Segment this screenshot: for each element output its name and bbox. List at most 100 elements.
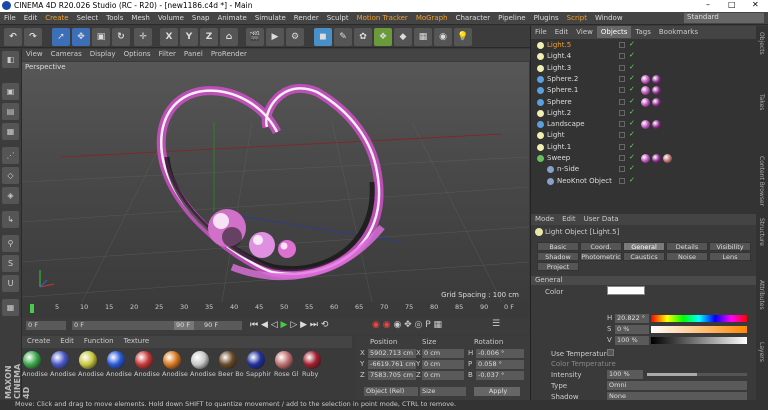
material-item[interactable]: Anodise: [78, 351, 104, 379]
redo-icon[interactable]: ↷: [24, 28, 42, 46]
menu-file[interactable]: File: [0, 12, 20, 22]
hsv-v-slider[interactable]: [651, 337, 747, 344]
tab-noise[interactable]: Noise: [666, 252, 708, 261]
deformer-icon[interactable]: ◆: [394, 28, 412, 46]
material-item[interactable]: Anodise: [50, 351, 76, 379]
visibility-toggle[interactable]: [619, 166, 625, 173]
visibility-toggle[interactable]: [619, 109, 625, 116]
enabled-check-icon[interactable]: ✓: [629, 176, 635, 184]
menu-character[interactable]: Character: [452, 12, 495, 22]
menu-render[interactable]: Render: [290, 12, 323, 22]
enabled-check-icon[interactable]: ✓: [629, 97, 635, 105]
enabled-check-icon[interactable]: ✓: [629, 108, 635, 116]
enabled-check-icon[interactable]: ✓: [629, 164, 635, 172]
color-swatch[interactable]: [607, 286, 645, 295]
cube-icon[interactable]: ◼: [314, 28, 332, 46]
playhead[interactable]: [30, 304, 34, 313]
snap-icon[interactable]: S: [2, 255, 19, 272]
record-icons[interactable]: ◉ ◉ ◉ ✥ ◎ P ▦: [372, 320, 442, 330]
apply-button[interactable]: Apply: [474, 387, 520, 396]
side-tab-objects[interactable]: Objects: [758, 32, 765, 55]
viewport[interactable]: Perspective Grid Spacing : 100 cm: [22, 62, 529, 302]
current-frame-field[interactable]: 0 F: [26, 321, 66, 330]
visibility-toggle[interactable]: [619, 53, 625, 60]
object-row-light-2[interactable]: Light.2 ✓: [531, 108, 757, 119]
object-row-light[interactable]: Light ✓: [531, 130, 757, 141]
texture-tag[interactable]: [652, 74, 661, 84]
texture-mode-icon[interactable]: ▤: [2, 103, 19, 120]
menu-select[interactable]: Select: [73, 12, 103, 22]
object-row-sweep[interactable]: Sweep ✓: [531, 153, 757, 164]
render-settings-icon[interactable]: ⚙: [286, 28, 304, 46]
object-row-light-3[interactable]: Light.3 ✓: [531, 63, 757, 74]
visibility-toggle[interactable]: [619, 64, 625, 71]
material-menu-function[interactable]: Function: [79, 336, 119, 346]
material-item[interactable]: Anodise: [106, 351, 132, 379]
object-row-sphere-1[interactable]: Sphere.1 ✓: [531, 85, 757, 96]
menu-volume[interactable]: Volume: [154, 12, 188, 22]
viewport-menu-panel[interactable]: Panel: [180, 49, 207, 59]
tab-photometric[interactable]: Photometric: [580, 252, 622, 261]
viewport-menu-filter[interactable]: Filter: [155, 49, 180, 59]
enabled-check-icon[interactable]: ✓: [629, 51, 635, 59]
playback-controls[interactable]: ⏮ ◀ ◁ ▶ ▷ ▶ ⏭ ⟲: [250, 320, 328, 330]
side-tab-content-browser[interactable]: Content Browser: [758, 156, 765, 206]
edges-mode-icon[interactable]: ◇: [2, 167, 19, 184]
material-menu-create[interactable]: Create: [22, 336, 55, 346]
workplane-icon[interactable]: ▦: [2, 123, 19, 140]
pen-icon[interactable]: ✎: [334, 28, 352, 46]
menu-create[interactable]: Create: [41, 12, 72, 22]
hsv-s-field[interactable]: 0 %: [615, 325, 649, 334]
subdivision-icon[interactable]: ✿: [354, 28, 372, 46]
light-icon[interactable]: 💡: [454, 28, 472, 46]
y-axis-icon[interactable]: Y: [180, 28, 198, 46]
texture-tag[interactable]: [652, 97, 661, 107]
side-tab-takes[interactable]: Takes: [758, 94, 765, 110]
visibility-toggle[interactable]: [619, 121, 625, 128]
menu-pipeline[interactable]: Pipeline: [494, 12, 529, 22]
position-x-field[interactable]: 5902.713 cm: [368, 349, 416, 358]
visibility-toggle[interactable]: [619, 177, 625, 184]
model-mode-icon[interactable]: ▣: [2, 83, 19, 100]
timeline-menu-icon[interactable]: ☰: [492, 319, 500, 329]
texture-tag[interactable]: [641, 154, 650, 163]
object-menu-bookmarks[interactable]: Bookmarks: [655, 26, 702, 38]
material-item[interactable]: Sapphir: [246, 351, 271, 379]
viewport-menu-prorender[interactable]: ProRender: [207, 49, 251, 59]
viewport-menu-cameras[interactable]: Cameras: [47, 49, 86, 59]
texture-tag[interactable]: [641, 74, 650, 84]
material-item[interactable]: Beer Bo: [218, 351, 244, 379]
select-icon[interactable]: ➚: [52, 28, 70, 46]
grid-icon[interactable]: ▦: [2, 299, 19, 316]
hsv-h-field[interactable]: 20.822 °: [615, 314, 649, 323]
size-z-field[interactable]: 0 cm: [422, 371, 464, 380]
hsv-h-slider[interactable]: [651, 315, 747, 322]
tab-basic[interactable]: Basic: [537, 242, 579, 251]
texture-tag[interactable]: [652, 154, 661, 163]
tab-lens[interactable]: Lens: [709, 252, 751, 261]
side-tab-layers[interactable]: Layers: [758, 342, 765, 362]
object-row-landscape[interactable]: Landscape ✓: [531, 119, 757, 130]
size-y-field[interactable]: 0 cm: [422, 360, 464, 369]
texture-tag[interactable]: [652, 86, 661, 96]
visibility-toggle[interactable]: [619, 75, 625, 82]
position-y-field[interactable]: -6619.761 cm: [368, 360, 416, 369]
coordinate-mode-select[interactable]: Object (Rel): [364, 387, 418, 396]
object-menu-view[interactable]: View: [572, 26, 597, 38]
material-item[interactable]: Anodise: [22, 351, 48, 379]
viewport-menu-view[interactable]: View: [22, 49, 47, 59]
menu-window[interactable]: Window: [591, 12, 627, 22]
visibility-toggle[interactable]: [619, 87, 625, 94]
attribute-menu-edit[interactable]: Edit: [558, 214, 580, 224]
enabled-check-icon[interactable]: ✓: [629, 63, 635, 71]
menu-animate[interactable]: Animate: [214, 12, 251, 22]
tab-coord[interactable]: Coord.: [580, 242, 622, 251]
object-row-sphere[interactable]: Sphere ✓: [531, 97, 757, 108]
maximize-icon[interactable]: □: [728, 0, 736, 9]
enabled-check-icon[interactable]: ✓: [629, 40, 635, 48]
menu-motion-tracker[interactable]: Motion Tracker: [353, 12, 412, 22]
enabled-check-icon[interactable]: ✓: [629, 74, 635, 82]
move-icon[interactable]: ✥: [72, 28, 90, 46]
tab-project[interactable]: Project: [537, 262, 579, 271]
recent-tools-icon[interactable]: ✛: [134, 28, 152, 46]
